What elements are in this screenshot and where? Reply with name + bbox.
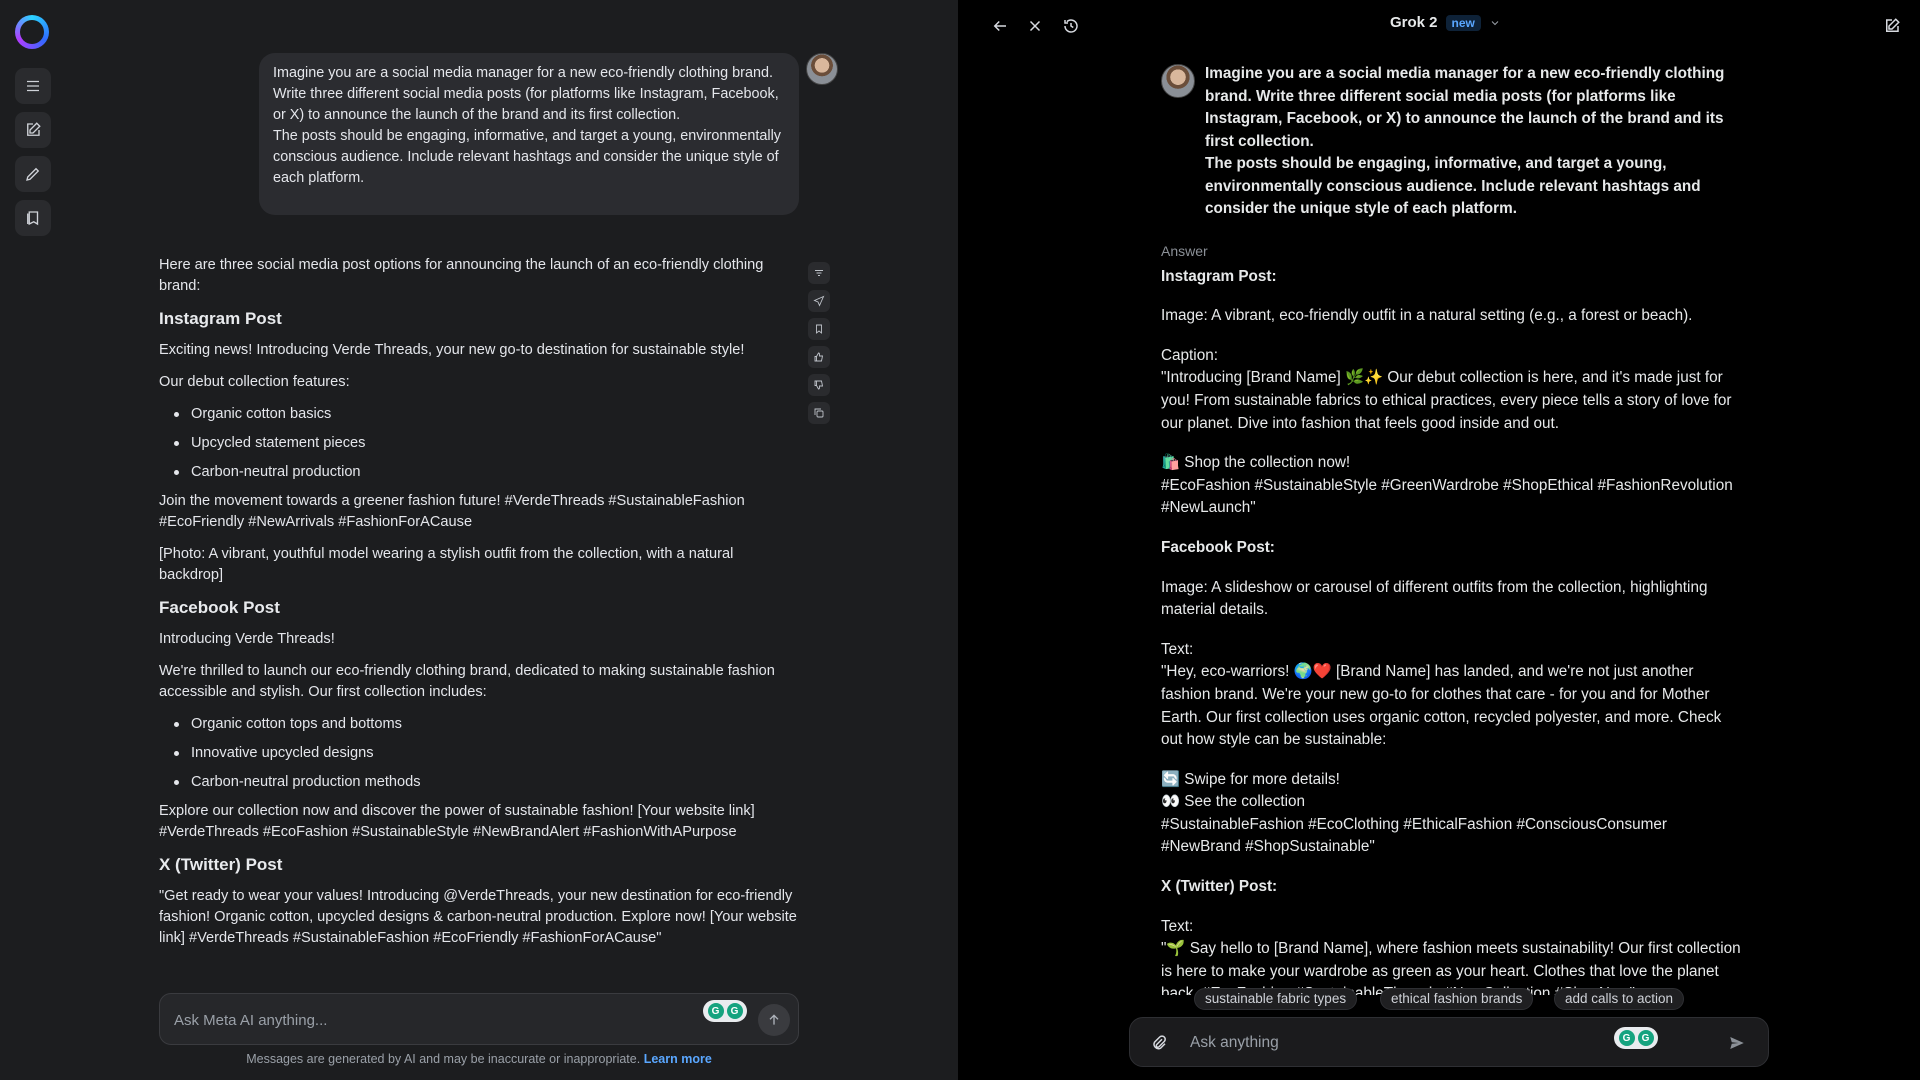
new-chat-icon[interactable] [1878, 12, 1906, 40]
library-icon[interactable] [15, 200, 51, 236]
message-actions [808, 262, 830, 430]
new-chat-icon[interactable] [15, 112, 51, 148]
model-name: Grok 2 [1390, 14, 1438, 31]
thumbs-up-icon[interactable] [808, 346, 830, 368]
chevron-down-icon [1491, 20, 1499, 25]
list-item: Organic cotton tops and bottoms [159, 714, 799, 735]
avatar[interactable] [1161, 64, 1195, 98]
section-heading: Facebook Post [159, 598, 280, 617]
suggestion-chip[interactable]: add calls to action [1554, 988, 1685, 1010]
message-input[interactable] [174, 1008, 694, 1032]
paperclip-icon[interactable] [1148, 1032, 1170, 1054]
paragraph: Join the movement towards a greener fash… [159, 493, 745, 530]
paragraph: We're thrilled to launch our eco-friendl… [159, 663, 775, 700]
user-prompt-text: The posts should be engaging, informativ… [1205, 155, 1701, 217]
list-item: Organic cotton basics [159, 404, 799, 425]
paragraph: [Photo: A vibrant, youthful model wearin… [159, 546, 734, 583]
list-item: Carbon-neutral production [159, 462, 799, 483]
learn-more-link[interactable]: Learn more [644, 1052, 712, 1066]
swipe-line: 🔄 Swipe for more details! [1161, 770, 1340, 788]
section-heading: X (Twitter) Post: [1161, 878, 1278, 896]
disclaimer-text: Messages are generated by AI and may be … [246, 1052, 641, 1066]
history-icon[interactable] [1057, 12, 1085, 40]
list-item: Upcycled statement pieces [159, 433, 799, 454]
bookmark-icon[interactable] [808, 318, 830, 340]
back-arrow-icon[interactable] [986, 12, 1014, 40]
user-prompt-bubble: Imagine you are a social media manager f… [259, 53, 799, 215]
paragraph: Text: "🌱 Say hello to [Brand Name], wher… [1161, 916, 1741, 995]
close-icon[interactable] [1021, 12, 1049, 40]
post-text: "Hey, eco-warriors! 🌍❤️ [Brand Name] has… [1161, 663, 1722, 749]
grammarly-icon[interactable]: GG [1614, 1027, 1658, 1049]
hashtags: #SustainableFashion #EcoClothing #Ethica… [1161, 815, 1667, 856]
user-prompt: Imagine you are a social media manager f… [1205, 63, 1725, 221]
user-prompt-text: The posts should be engaging, informativ… [273, 128, 781, 186]
thumbs-down-icon[interactable] [808, 374, 830, 396]
hashtags: #EcoFashion #SustainableStyle #GreenWard… [1161, 476, 1733, 517]
list-item: Carbon-neutral production methods [159, 772, 799, 793]
response-intro: Here are three social media post options… [159, 257, 764, 294]
caption-label: Caption: [1161, 346, 1218, 364]
sidebar-rail [0, 0, 66, 1080]
user-prompt-text: Imagine you are a social media manager f… [1205, 65, 1725, 150]
grammarly-icon[interactable]: GG [703, 1000, 747, 1022]
section-heading: X (Twitter) Post [159, 855, 283, 874]
grok-pane: Grok 2 new Imagine you are a social medi… [958, 0, 1920, 1080]
disclaimer: Messages are generated by AI and may be … [159, 1052, 799, 1066]
grok-response: Answer Instagram Post: Image: A vibrant,… [1161, 240, 1741, 995]
copy-icon[interactable] [808, 402, 830, 424]
meta-ai-logo[interactable] [15, 15, 49, 49]
meta-ai-composer: GG [159, 993, 799, 1045]
caption-text: "Introducing [Brand Name] 🌿✨ Our debut c… [1161, 369, 1732, 432]
model-selector[interactable]: Grok 2 new [1390, 14, 1501, 31]
message-input[interactable] [1190, 1031, 1650, 1055]
section-heading: Instagram Post [159, 309, 282, 328]
list-item: Innovative upcycled designs [159, 743, 799, 764]
send-icon[interactable] [1724, 1030, 1750, 1056]
menu-icon[interactable] [15, 68, 51, 104]
paragraph: Image: A vibrant, eco-friendly outfit in… [1161, 307, 1693, 325]
paragraph: "Get ready to wear your values! Introduc… [159, 888, 797, 946]
answer-label: Answer [1161, 243, 1208, 259]
arrow-up-icon[interactable] [758, 1004, 790, 1036]
user-prompt-text: Imagine you are a social media manager f… [273, 65, 779, 123]
new-badge: new [1445, 14, 1481, 31]
section-heading: Instagram Post: [1161, 267, 1277, 285]
text-label: Text: [1161, 640, 1194, 658]
avatar[interactable] [806, 53, 838, 85]
share-icon[interactable] [808, 290, 830, 312]
ai-response: Here are three social media post options… [159, 255, 799, 960]
paragraph: Our debut collection features: [159, 374, 350, 390]
filter-icon[interactable] [808, 262, 830, 284]
paragraph: Text: "Hey, eco-warriors! 🌍❤️ [Brand Nam… [1161, 639, 1741, 752]
section-heading: Facebook Post: [1161, 538, 1275, 556]
paragraph: 🛍️ Shop the collection now! #EcoFashion … [1161, 452, 1741, 520]
suggestion-chip[interactable]: ethical fashion brands [1380, 988, 1534, 1010]
pencil-icon[interactable] [15, 156, 51, 192]
shop-line: 🛍️ Shop the collection now! [1161, 454, 1351, 472]
paragraph: Introducing Verde Threads! [159, 631, 335, 647]
suggestion-chip[interactable]: sustainable fabric types [1194, 988, 1358, 1010]
grok-composer: GG [1129, 1017, 1769, 1067]
paragraph: Explore our collection now and discover … [159, 803, 755, 840]
meta-ai-pane: Imagine you are a social media manager f… [0, 0, 958, 1080]
paragraph: Exciting news! Introducing Verde Threads… [159, 342, 745, 358]
bullet-list: Organic cotton tops and bottoms Innovati… [159, 714, 799, 793]
bullet-list: Organic cotton basics Upcycled statement… [159, 404, 799, 483]
see-line: 👀 See the collection [1161, 793, 1306, 811]
paragraph: Caption: "Introducing [Brand Name] 🌿✨ Ou… [1161, 345, 1741, 435]
paragraph: 🔄 Swipe for more details! 👀 See the coll… [1161, 769, 1741, 859]
paragraph: Image: A slideshow or carousel of differ… [1161, 578, 1708, 619]
post-text: "🌱 Say hello to [Brand Name], where fash… [1161, 940, 1741, 995]
text-label: Text: [1161, 917, 1194, 935]
